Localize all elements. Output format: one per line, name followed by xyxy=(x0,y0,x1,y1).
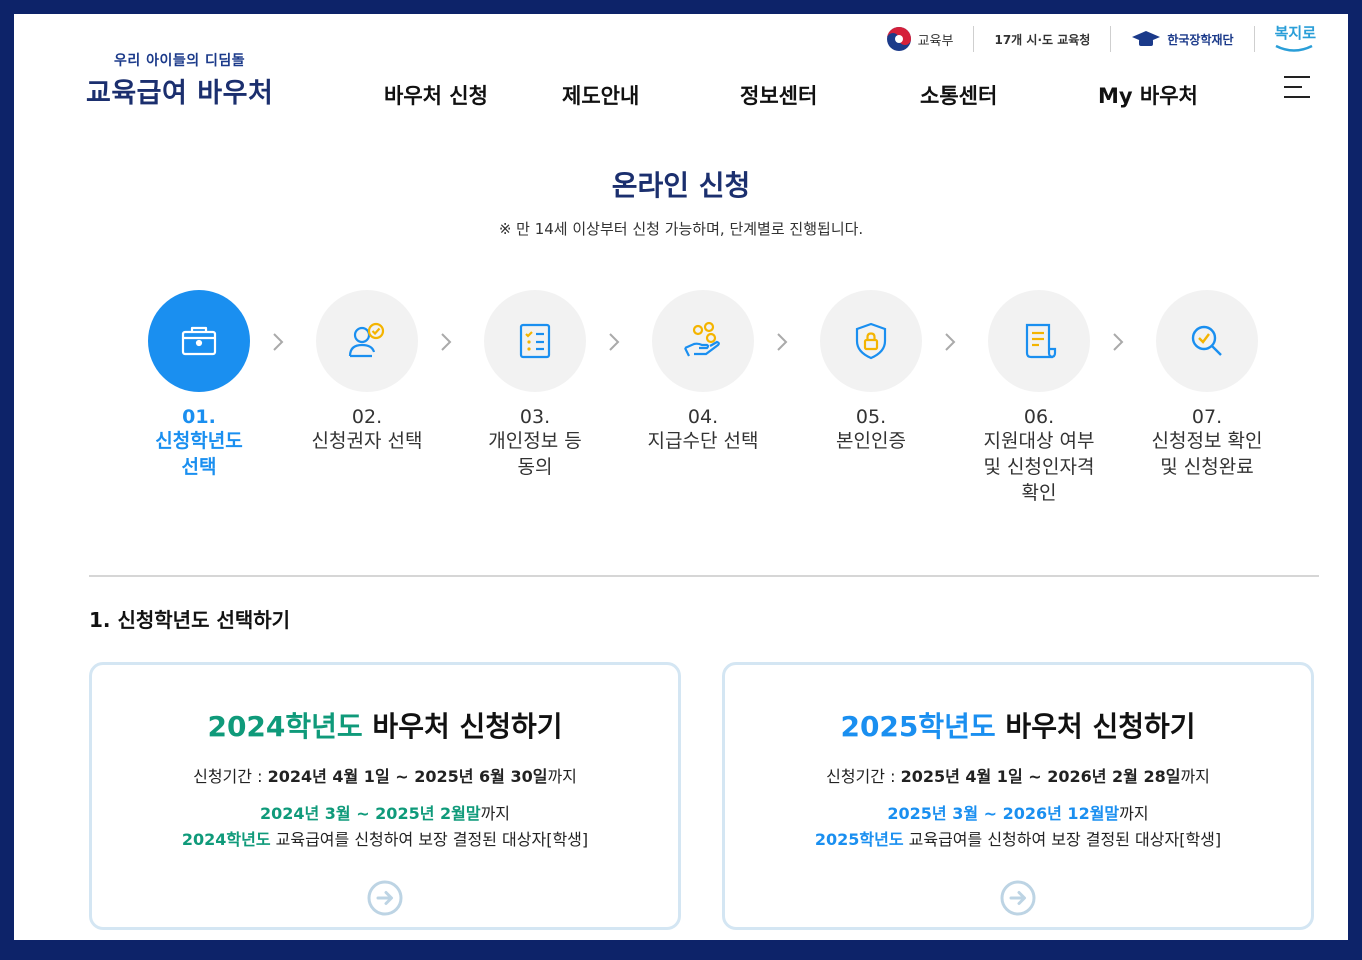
step-1-number: 01. xyxy=(182,406,216,428)
step-4-circle xyxy=(652,290,754,392)
card-2025-year: 2025학년도 xyxy=(840,710,996,743)
card-2024-title: 2024학년도 바우처 신청하기 xyxy=(92,705,678,745)
card-2025-title-rest: 바우처 신청하기 xyxy=(995,710,1196,743)
step-2-label: 신청권자 선택 xyxy=(311,430,423,452)
step-4-number: 04. xyxy=(687,406,719,428)
bokjiro-link[interactable]: 복지로 xyxy=(1255,25,1316,53)
magnifier-check-icon xyxy=(1191,325,1222,356)
site-logo[interactable]: 우리 아이들의 디딤돌 교육급여 바우처 xyxy=(86,50,273,110)
step-5: 05. 본인인증 xyxy=(786,290,956,454)
step-1-circle xyxy=(148,290,250,392)
page-frame: 교육부 17개 시·도 교육청 한국장학재단 복지로 우리 아이들의 디딤돌 교… xyxy=(10,10,1352,944)
card-2024-year: 2024학년도 xyxy=(207,710,363,743)
step-4: 04. 지급수단 선택 xyxy=(618,290,788,454)
card-2024-scope: 2024년 3월 ~ 2025년 2월말까지 2024학년도 교육급여를 신청하… xyxy=(92,801,678,853)
step-3-circle xyxy=(484,290,586,392)
document-icon xyxy=(1025,323,1057,359)
utility-bar: 교육부 17개 시·도 교육청 한국장학재단 복지로 xyxy=(866,25,1316,53)
card-2024-scope-rest: 교육급여를 신청하여 보장 결정된 대상자[학생] xyxy=(270,830,589,849)
card-2024-period-value: 2024년 4월 1일 ~ 2025년 6월 30일 xyxy=(267,767,548,786)
step-5-number: 05. xyxy=(855,406,887,428)
nav-system-guide[interactable]: 제도안내 xyxy=(562,80,639,110)
step-7-circle xyxy=(1156,290,1258,392)
card-2025-scope-year: 2025학년도 xyxy=(814,830,904,849)
arrow-right-circle-icon[interactable] xyxy=(366,879,404,917)
card-2025[interactable]: 2025학년도 바우처 신청하기 신청기간 : 2025년 4월 1일 ~ 20… xyxy=(722,662,1314,930)
graduation-cap-icon xyxy=(1132,31,1161,46)
card-2025-period-label: 신청기간 : xyxy=(826,767,901,786)
step-6-number: 06. xyxy=(1023,406,1055,428)
logo-tagline: 우리 아이들의 디딤돌 xyxy=(114,53,246,69)
step-progress: 01. 신청학년도 선택 02. 신청권자 선택 03. 개인정보 등 동의 0… xyxy=(14,290,1348,530)
moe-label: 교육부 xyxy=(917,33,954,49)
card-2024-title-rest: 바우처 신청하기 xyxy=(362,710,563,743)
moe-link[interactable]: 교육부 xyxy=(866,26,975,52)
card-2024-scope-range-suffix: 까지 xyxy=(480,804,511,823)
kosaf-link[interactable]: 한국장학재단 xyxy=(1111,26,1255,52)
card-2025-period: 신청기간 : 2025년 4월 1일 ~ 2026년 2월 28일까지 xyxy=(725,763,1311,787)
hamburger-menu-icon[interactable] xyxy=(1284,76,1310,98)
step-1-label: 신청학년도 선택 xyxy=(155,430,243,478)
step-7: 07. 신청정보 확인 및 신청완료 xyxy=(1122,290,1292,480)
card-2024[interactable]: 2024학년도 바우처 신청하기 신청기간 : 2024년 4월 1일 ~ 20… xyxy=(89,662,681,930)
step-6-label: 지원대상 여부 및 신청인자격 확인 xyxy=(983,430,1095,504)
shield-lock-icon xyxy=(855,322,887,360)
nav-my-voucher[interactable]: My 바우처 xyxy=(1098,80,1198,110)
step-5-label: 본인인증 xyxy=(836,430,906,452)
user-check-icon xyxy=(348,322,385,358)
step-2: 02. 신청권자 선택 xyxy=(282,290,452,454)
checklist-icon xyxy=(519,323,551,359)
step-2-number: 02. xyxy=(351,406,383,428)
card-2024-scope-year: 2024학년도 xyxy=(181,830,271,849)
offices-link[interactable]: 17개 시·도 교육청 xyxy=(974,26,1112,52)
bokjiro-logo: 복지로 xyxy=(1275,25,1316,53)
nav-voucher-apply[interactable]: 바우처 신청 xyxy=(384,80,488,110)
nav-comm-center[interactable]: 소통센터 xyxy=(920,80,997,110)
folder-icon xyxy=(181,326,217,356)
card-2024-period-label: 신청기간 : xyxy=(193,767,268,786)
step-5-circle xyxy=(820,290,922,392)
card-2025-period-suffix: 까지 xyxy=(1180,767,1210,786)
step-3-number: 03. xyxy=(519,406,551,428)
kosaf-label: 한국장학재단 xyxy=(1167,32,1234,47)
step-4-label: 지급수단 선택 xyxy=(647,430,759,452)
card-2024-scope-range: 2024년 3월 ~ 2025년 2월말 xyxy=(259,804,481,823)
step-3-label: 개인정보 등 동의 xyxy=(488,430,582,478)
card-2024-period-suffix: 까지 xyxy=(547,767,577,786)
step-3: 03. 개인정보 등 동의 xyxy=(450,290,620,480)
card-2025-scope: 2025년 3월 ~ 2026년 12월말까지 2025학년도 교육급여를 신청… xyxy=(725,801,1311,853)
nav-info-center[interactable]: 정보센터 xyxy=(740,80,817,110)
step-2-circle xyxy=(316,290,418,392)
card-2025-title: 2025학년도 바우처 신청하기 xyxy=(725,705,1311,745)
card-2024-period: 신청기간 : 2024년 4월 1일 ~ 2025년 6월 30일까지 xyxy=(92,763,678,787)
card-2025-scope-range-suffix: 까지 xyxy=(1119,804,1149,823)
step-7-label: 신청정보 확인 및 신청완료 xyxy=(1151,430,1263,478)
arrow-right-circle-icon[interactable] xyxy=(999,879,1037,917)
section-title: 1. 신청학년도 선택하기 xyxy=(89,608,291,632)
step-6: 06. 지원대상 여부 및 신청인자격 확인 xyxy=(954,290,1124,506)
card-2025-scope-rest: 교육급여를 신청하여 보장 결정된 대상자[학생] xyxy=(903,830,1222,849)
offices-label: 17개 시·도 교육청 xyxy=(994,32,1091,47)
step-6-circle xyxy=(988,290,1090,392)
hand-coin-icon xyxy=(684,321,720,357)
page-note: ※ 만 14세 이상부터 신청 가능하며, 단계별로 진행됩니다. xyxy=(498,220,864,238)
taegeuk-icon xyxy=(886,27,911,51)
bokjiro-swoosh-icon xyxy=(1275,44,1313,52)
bokjiro-label: 복지로 xyxy=(1274,24,1316,42)
section-divider xyxy=(89,575,1319,577)
card-2025-scope-range: 2025년 3월 ~ 2026년 12월말 xyxy=(887,804,1120,823)
step-7-number: 07. xyxy=(1191,406,1223,428)
step-1: 01. 신청학년도 선택 xyxy=(114,290,284,480)
card-2025-period-value: 2025년 4월 1일 ~ 2026년 2월 28일 xyxy=(900,767,1181,786)
page-title: 온라인 신청 xyxy=(611,169,751,202)
logo-title: 교육급여 바우처 xyxy=(86,78,274,109)
